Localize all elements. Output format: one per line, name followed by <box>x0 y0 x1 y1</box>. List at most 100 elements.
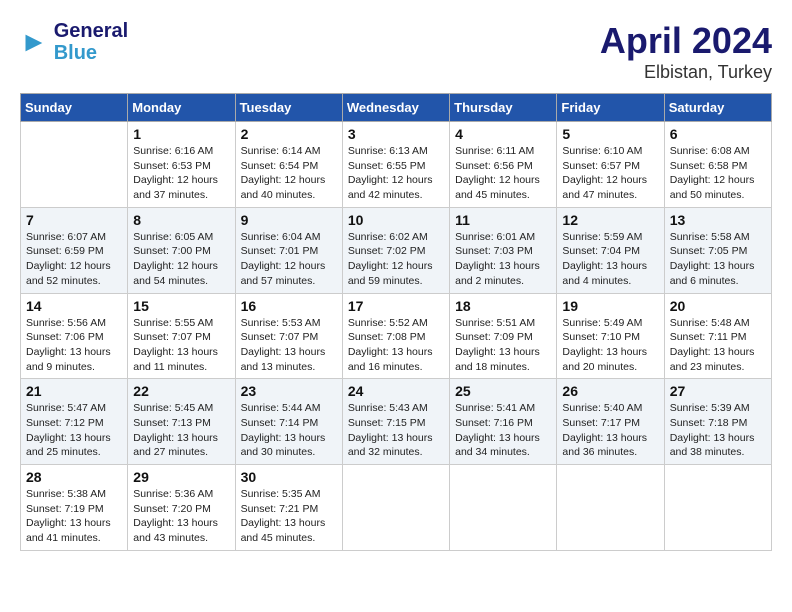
day-number: 28 <box>26 469 122 485</box>
calendar-title: April 2024 <box>600 20 772 62</box>
day-number: 29 <box>133 469 229 485</box>
day-info: Sunrise: 6:04 AM Sunset: 7:01 PM Dayligh… <box>241 230 337 289</box>
day-number: 7 <box>26 212 122 228</box>
calendar-cell: 13 Sunrise: 5:58 AM Sunset: 7:05 PM Dayli… <box>664 207 771 293</box>
day-header-tuesday: Tuesday <box>235 94 342 122</box>
day-info: Sunrise: 5:47 AM Sunset: 7:12 PM Dayligh… <box>26 401 122 460</box>
day-number: 23 <box>241 383 337 399</box>
day-info: Sunrise: 5:58 AM Sunset: 7:05 PM Dayligh… <box>670 230 766 289</box>
calendar-cell: 24 Sunrise: 5:43 AM Sunset: 7:15 PM Dayli… <box>342 379 449 465</box>
calendar-cell: 12 Sunrise: 5:59 AM Sunset: 7:04 PM Dayli… <box>557 207 664 293</box>
day-info: Sunrise: 6:02 AM Sunset: 7:02 PM Dayligh… <box>348 230 444 289</box>
day-info: Sunrise: 5:56 AM Sunset: 7:06 PM Dayligh… <box>26 316 122 375</box>
calendar-subtitle: Elbistan, Turkey <box>600 62 772 83</box>
calendar-cell: 30 Sunrise: 5:35 AM Sunset: 7:21 PM Dayli… <box>235 465 342 551</box>
day-info: Sunrise: 5:41 AM Sunset: 7:16 PM Dayligh… <box>455 401 551 460</box>
day-number: 4 <box>455 126 551 142</box>
day-info: Sunrise: 6:05 AM Sunset: 7:00 PM Dayligh… <box>133 230 229 289</box>
calendar-cell: 21 Sunrise: 5:47 AM Sunset: 7:12 PM Dayli… <box>21 379 128 465</box>
day-number: 19 <box>562 298 658 314</box>
calendar-cell: 5Sunrise: 6:10 AM Sunset: 6:57 PM Daylig… <box>557 122 664 208</box>
day-number: 21 <box>26 383 122 399</box>
calendar-cell <box>21 122 128 208</box>
day-number: 17 <box>348 298 444 314</box>
day-info: Sunrise: 6:16 AM Sunset: 6:53 PM Dayligh… <box>133 144 229 203</box>
day-header-row: SundayMondayTuesdayWednesdayThursdayFrid… <box>21 94 772 122</box>
calendar-cell: 20Sunrise: 5:48 AM Sunset: 7:11 PM Dayli… <box>664 293 771 379</box>
day-info: Sunrise: 5:35 AM Sunset: 7:21 PM Dayligh… <box>241 487 337 546</box>
week-row-3: 14 Sunrise: 5:56 AM Sunset: 7:06 PM Dayli… <box>21 293 772 379</box>
calendar-cell: 2 Sunrise: 6:14 AM Sunset: 6:54 PM Daylig… <box>235 122 342 208</box>
day-info: Sunrise: 5:59 AM Sunset: 7:04 PM Dayligh… <box>562 230 658 289</box>
week-row-4: 21 Sunrise: 5:47 AM Sunset: 7:12 PM Dayli… <box>21 379 772 465</box>
calendar-cell: 23Sunrise: 5:44 AM Sunset: 7:14 PM Dayli… <box>235 379 342 465</box>
calendar-cell: 25Sunrise: 5:41 AM Sunset: 7:16 PM Dayli… <box>450 379 557 465</box>
calendar-table: SundayMondayTuesdayWednesdayThursdayFrid… <box>20 93 772 551</box>
calendar-cell: 16 Sunrise: 5:53 AM Sunset: 7:07 PM Dayli… <box>235 293 342 379</box>
day-info: Sunrise: 5:39 AM Sunset: 7:18 PM Dayligh… <box>670 401 766 460</box>
day-number: 24 <box>348 383 444 399</box>
day-info: Sunrise: 6:08 AM Sunset: 6:58 PM Dayligh… <box>670 144 766 203</box>
logo: ► General Blue <box>20 20 128 64</box>
day-number: 16 <box>241 298 337 314</box>
day-header-wednesday: Wednesday <box>342 94 449 122</box>
day-info: Sunrise: 5:43 AM Sunset: 7:15 PM Dayligh… <box>348 401 444 460</box>
calendar-cell: 9 Sunrise: 6:04 AM Sunset: 7:01 PM Daylig… <box>235 207 342 293</box>
week-row-5: 28Sunrise: 5:38 AM Sunset: 7:19 PM Dayli… <box>21 465 772 551</box>
day-number: 3 <box>348 126 444 142</box>
day-info: Sunrise: 6:14 AM Sunset: 6:54 PM Dayligh… <box>241 144 337 203</box>
day-number: 22 <box>133 383 229 399</box>
day-info: Sunrise: 6:11 AM Sunset: 6:56 PM Dayligh… <box>455 144 551 203</box>
calendar-cell <box>450 465 557 551</box>
day-info: Sunrise: 5:45 AM Sunset: 7:13 PM Dayligh… <box>133 401 229 460</box>
calendar-cell: 7 Sunrise: 6:07 AM Sunset: 6:59 PM Daylig… <box>21 207 128 293</box>
calendar-cell: 6Sunrise: 6:08 AM Sunset: 6:58 PM Daylig… <box>664 122 771 208</box>
day-info: Sunrise: 6:10 AM Sunset: 6:57 PM Dayligh… <box>562 144 658 203</box>
calendar-cell: 4 Sunrise: 6:11 AM Sunset: 6:56 PM Daylig… <box>450 122 557 208</box>
calendar-cell: 15Sunrise: 5:55 AM Sunset: 7:07 PM Dayli… <box>128 293 235 379</box>
calendar-cell: 1Sunrise: 6:16 AM Sunset: 6:53 PM Daylig… <box>128 122 235 208</box>
day-info: Sunrise: 5:40 AM Sunset: 7:17 PM Dayligh… <box>562 401 658 460</box>
day-header-thursday: Thursday <box>450 94 557 122</box>
day-number: 9 <box>241 212 337 228</box>
day-number: 13 <box>670 212 766 228</box>
day-number: 11 <box>455 212 551 228</box>
calendar-cell: 8 Sunrise: 6:05 AM Sunset: 7:00 PM Daylig… <box>128 207 235 293</box>
day-header-monday: Monday <box>128 94 235 122</box>
day-number: 14 <box>26 298 122 314</box>
calendar-cell: 11 Sunrise: 6:01 AM Sunset: 7:03 PM Dayli… <box>450 207 557 293</box>
day-number: 18 <box>455 298 551 314</box>
day-number: 2 <box>241 126 337 142</box>
calendar-cell: 22 Sunrise: 5:45 AM Sunset: 7:13 PM Dayli… <box>128 379 235 465</box>
calendar-cell: 17 Sunrise: 5:52 AM Sunset: 7:08 PM Dayli… <box>342 293 449 379</box>
day-number: 26 <box>562 383 658 399</box>
day-number: 8 <box>133 212 229 228</box>
calendar-cell: 10Sunrise: 6:02 AM Sunset: 7:02 PM Dayli… <box>342 207 449 293</box>
day-header-saturday: Saturday <box>664 94 771 122</box>
logo-icon: ► <box>20 26 48 58</box>
day-number: 12 <box>562 212 658 228</box>
day-info: Sunrise: 5:52 AM Sunset: 7:08 PM Dayligh… <box>348 316 444 375</box>
logo-text-general: General <box>54 20 128 42</box>
day-number: 30 <box>241 469 337 485</box>
calendar-cell: 14 Sunrise: 5:56 AM Sunset: 7:06 PM Dayli… <box>21 293 128 379</box>
page-header: ► General Blue April 2024 Elbistan, Turk… <box>20 20 772 83</box>
day-info: Sunrise: 6:13 AM Sunset: 6:55 PM Dayligh… <box>348 144 444 203</box>
day-info: Sunrise: 6:07 AM Sunset: 6:59 PM Dayligh… <box>26 230 122 289</box>
title-block: April 2024 Elbistan, Turkey <box>600 20 772 83</box>
calendar-cell: 26 Sunrise: 5:40 AM Sunset: 7:17 PM Dayli… <box>557 379 664 465</box>
logo-text-blue: Blue <box>54 42 128 64</box>
calendar-cell: 19 Sunrise: 5:49 AM Sunset: 7:10 PM Dayli… <box>557 293 664 379</box>
day-info: Sunrise: 5:53 AM Sunset: 7:07 PM Dayligh… <box>241 316 337 375</box>
day-info: Sunrise: 5:36 AM Sunset: 7:20 PM Dayligh… <box>133 487 229 546</box>
week-row-1: 1Sunrise: 6:16 AM Sunset: 6:53 PM Daylig… <box>21 122 772 208</box>
day-info: Sunrise: 5:49 AM Sunset: 7:10 PM Dayligh… <box>562 316 658 375</box>
calendar-cell: 18Sunrise: 5:51 AM Sunset: 7:09 PM Dayli… <box>450 293 557 379</box>
calendar-cell: 3 Sunrise: 6:13 AM Sunset: 6:55 PM Daylig… <box>342 122 449 208</box>
calendar-cell <box>664 465 771 551</box>
calendar-cell: 27 Sunrise: 5:39 AM Sunset: 7:18 PM Dayli… <box>664 379 771 465</box>
calendar-cell <box>557 465 664 551</box>
calendar-cell: 29 Sunrise: 5:36 AM Sunset: 7:20 PM Dayli… <box>128 465 235 551</box>
day-info: Sunrise: 6:01 AM Sunset: 7:03 PM Dayligh… <box>455 230 551 289</box>
day-number: 27 <box>670 383 766 399</box>
